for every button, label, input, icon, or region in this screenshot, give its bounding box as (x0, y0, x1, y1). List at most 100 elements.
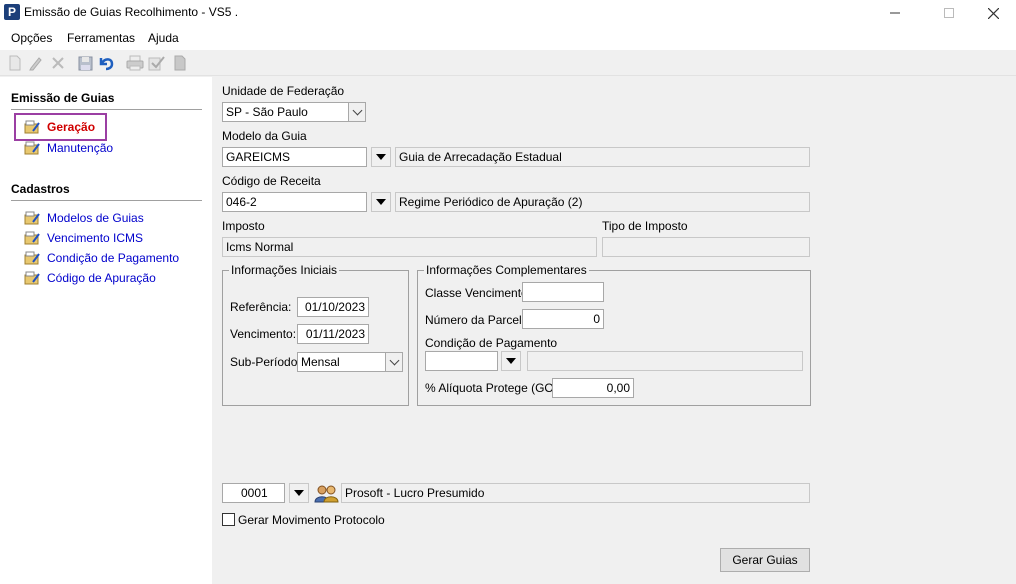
classe-vencimento-label: Classe Vencimento: (425, 286, 532, 300)
chevron-down-icon (352, 105, 362, 115)
sidebar-item-label: Geração (47, 120, 96, 134)
sidebar-item-condicao-pagamento[interactable]: Condição de Pagamento (24, 249, 179, 267)
sidebar-item-codigo-apuracao[interactable]: Código de Apuração (24, 269, 156, 287)
dropdown-arrow-icon (506, 358, 516, 364)
new-icon (9, 55, 21, 71)
folder-edit-icon (24, 211, 40, 225)
check-button[interactable] (148, 54, 166, 72)
vencimento-input[interactable]: 01/11/2023 (297, 324, 369, 344)
uf-select[interactable]: SP - São Paulo (222, 102, 350, 122)
uf-dropdown-button[interactable] (348, 102, 366, 122)
sidebar-item-label: Código de Apuração (47, 271, 156, 285)
print-icon (126, 55, 144, 71)
menu-ferramentas[interactable]: Ferramentas (67, 31, 135, 45)
sidebar-item-geracao[interactable]: Geração (13, 113, 108, 141)
group-title: Informações Complementares (424, 263, 589, 277)
sidebar-item-label: Vencimento ICMS (47, 231, 144, 245)
subperiodo-label: Sub-Período: (230, 355, 301, 369)
empresa-name-field: Prosoft - Lucro Presumido (341, 483, 810, 503)
check-icon (148, 56, 165, 71)
modelo-code-input[interactable]: GAREICMS (222, 147, 367, 167)
referencia-input[interactable]: 01/10/2023 (297, 297, 369, 317)
section-title-emissao: Emissão de Guias (11, 91, 115, 105)
sidebar: Emissão de Guias Geração Manutenção Cada… (0, 77, 212, 584)
modelo-description: Guia de Arrecadação Estadual (395, 147, 810, 167)
modelo-lookup-button[interactable] (371, 147, 391, 167)
parcela-label: Número da Parcela: (425, 313, 532, 327)
folder-edit-icon (24, 141, 40, 155)
app-icon: P (4, 4, 20, 20)
folder-edit-icon (24, 231, 40, 245)
maximize-icon (944, 8, 954, 18)
save-button[interactable] (76, 54, 94, 72)
sidebar-item-manutencao[interactable]: Manutenção (24, 139, 113, 157)
folder-edit-icon (24, 251, 40, 265)
window-title: Emissão de Guias Recolhimento - VS5 . (24, 5, 239, 19)
empresa-code-input[interactable]: 0001 (222, 483, 285, 503)
section-title-cadastros: Cadastros (11, 182, 70, 196)
parcela-input[interactable]: 0 (522, 309, 604, 329)
empresa-lookup-button[interactable] (289, 483, 309, 503)
document-button[interactable] (171, 54, 189, 72)
save-icon (78, 56, 92, 70)
edit-button[interactable] (27, 54, 45, 72)
new-button[interactable] (6, 54, 24, 72)
chevron-down-icon (389, 355, 399, 365)
classe-vencimento-input[interactable] (522, 282, 604, 302)
document-icon (174, 55, 186, 71)
tipo-imposto-field (602, 237, 810, 257)
minimize-button[interactable] (872, 0, 918, 26)
folder-edit-icon (24, 271, 40, 285)
sidebar-item-label: Modelos de Guias (47, 211, 144, 225)
print-button[interactable] (126, 54, 144, 72)
imposto-field: Icms Normal (222, 237, 597, 257)
divider (11, 200, 202, 201)
divider (11, 109, 202, 110)
codigo-description: Regime Periódico de Apuração (2) (395, 192, 810, 212)
undo-button[interactable] (97, 54, 115, 72)
condicao-lookup-button[interactable] (501, 351, 521, 371)
toolbar (0, 50, 1016, 76)
uf-label: Unidade de Federação (222, 84, 345, 98)
folder-edit-icon (24, 120, 40, 134)
vencimento-label: Vencimento: (230, 327, 297, 341)
gerar-guias-button[interactable]: Gerar Guias (720, 548, 810, 572)
subperiodo-dropdown-button[interactable] (385, 352, 403, 372)
gerar-protocolo-checkbox[interactable] (222, 513, 235, 526)
condicao-label: Condição de Pagamento (425, 336, 558, 350)
sidebar-item-label: Manutenção (47, 141, 114, 155)
referencia-label: Referência: (230, 300, 292, 314)
menu-opcoes[interactable]: Opções (11, 31, 52, 45)
maximize-button[interactable] (926, 0, 972, 26)
dropdown-arrow-icon (294, 490, 304, 496)
menu-bar: Opções Ferramentas Ajuda (0, 26, 1016, 50)
aliquota-label: % Alíquota Protege (GO): (425, 381, 562, 395)
delete-icon (52, 57, 64, 69)
undo-icon (99, 58, 114, 71)
codigo-code-input[interactable]: 046-2 (222, 192, 367, 212)
sidebar-item-label: Condição de Pagamento (47, 251, 180, 265)
close-button[interactable] (970, 0, 1016, 26)
edit-icon (29, 57, 42, 71)
condicao-description (527, 351, 803, 371)
codigo-label: Código de Receita (222, 174, 321, 188)
close-icon (987, 7, 999, 19)
delete-button[interactable] (49, 54, 67, 72)
codigo-lookup-button[interactable] (371, 192, 391, 212)
sidebar-item-modelos-guias[interactable]: Modelos de Guias (24, 209, 144, 227)
sidebar-item-vencimento-icms[interactable]: Vencimento ICMS (24, 229, 143, 247)
group-title: Informações Iniciais (229, 263, 340, 277)
imposto-label: Imposto (222, 219, 265, 233)
company-users-icon (314, 483, 340, 503)
gerar-protocolo-label: Gerar Movimento Protocolo (238, 513, 385, 527)
minimize-icon (890, 12, 900, 14)
tipo-imposto-label: Tipo de Imposto (602, 219, 688, 233)
title-bar: P Emissão de Guias Recolhimento - VS5 . (0, 0, 1016, 26)
menu-ajuda[interactable]: Ajuda (148, 31, 179, 45)
condicao-code-input[interactable] (425, 351, 498, 371)
subperiodo-select[interactable]: Mensal (297, 352, 387, 372)
aliquota-input[interactable]: 0,00 (552, 378, 634, 398)
dropdown-arrow-icon (376, 154, 386, 160)
modelo-label: Modelo da Guia (222, 129, 307, 143)
dropdown-arrow-icon (376, 199, 386, 205)
